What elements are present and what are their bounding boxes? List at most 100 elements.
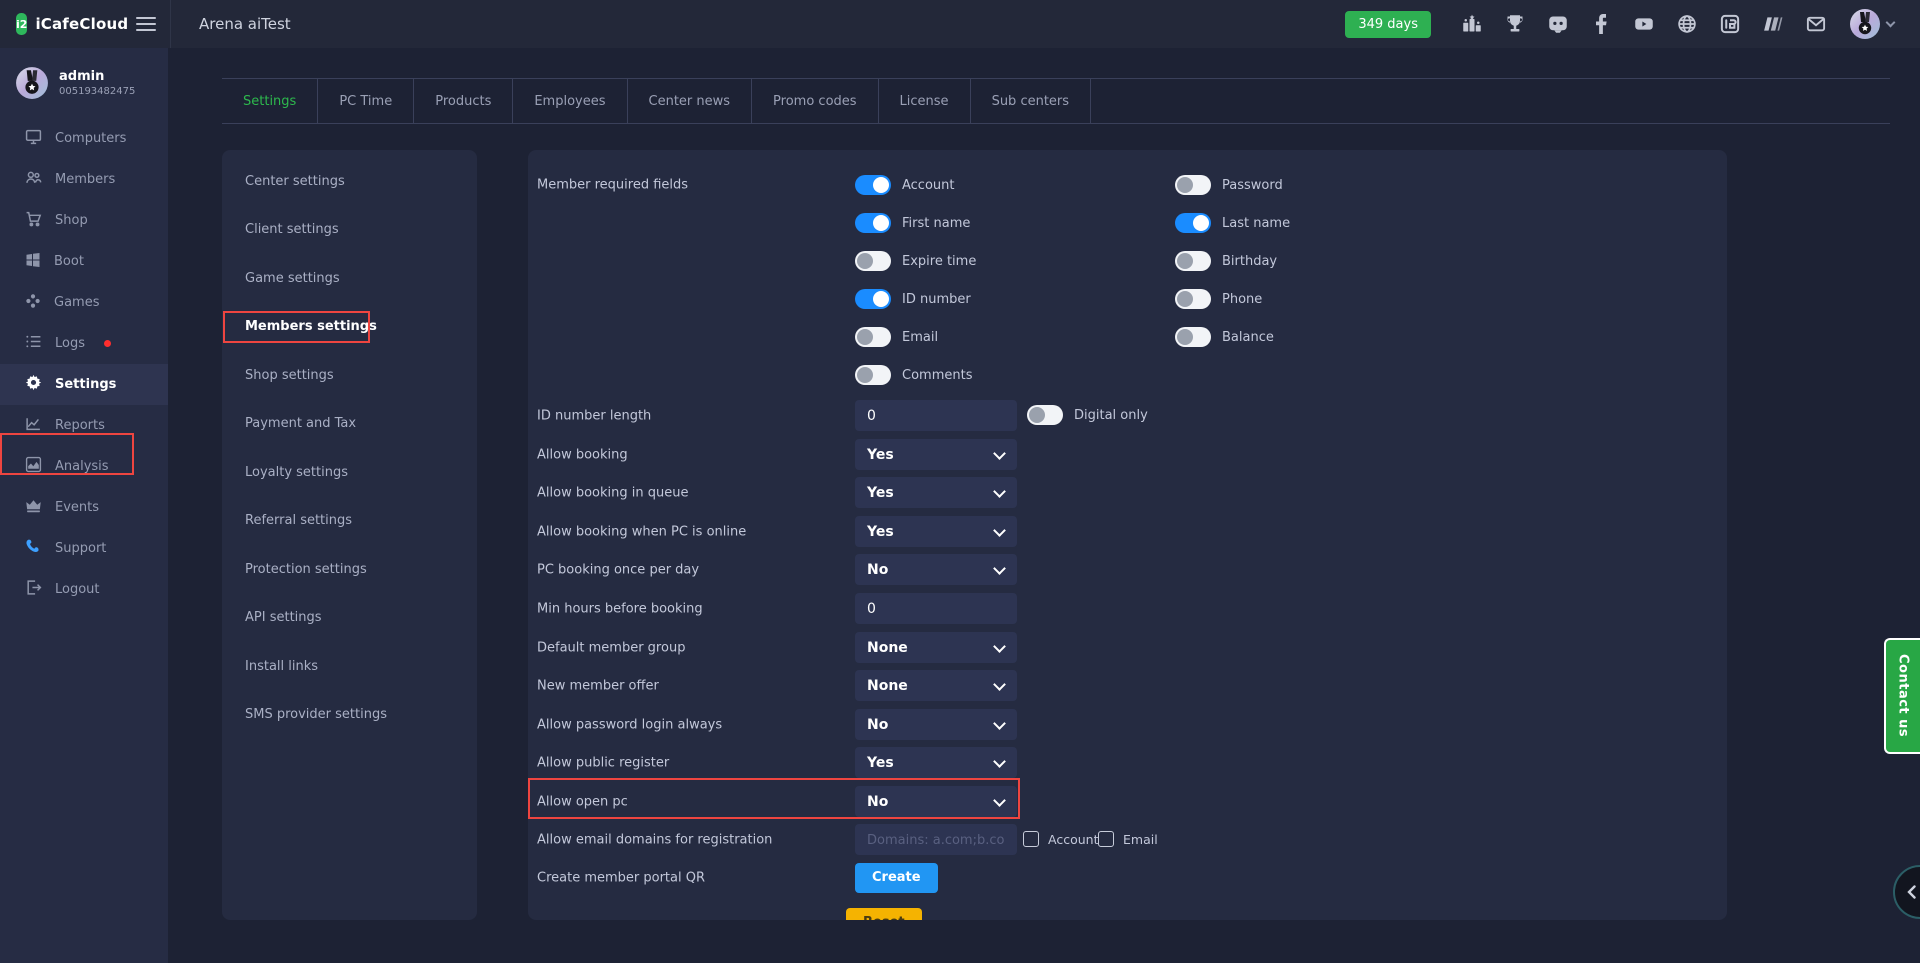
- toggle-account: Account: [855, 175, 955, 195]
- email-domains-input[interactable]: [855, 824, 1017, 855]
- settings-nav-install-links[interactable]: Install links: [222, 642, 477, 691]
- ranking-podium-icon[interactable]: [1462, 14, 1482, 34]
- center-name: Arena aiTest: [171, 15, 291, 33]
- youtube-icon[interactable]: [1634, 14, 1654, 34]
- expire-time-toggle[interactable]: [855, 251, 891, 271]
- toggle-comments: Comments: [855, 365, 972, 385]
- default-member-group-select[interactable]: None: [855, 632, 1017, 663]
- settings-nav-loyalty-settings[interactable]: Loyalty settings: [222, 448, 477, 497]
- tab-settings[interactable]: Settings: [222, 79, 318, 123]
- toggle-digital-only: Digital only: [1027, 405, 1148, 425]
- pc-booking-once-per-day-select[interactable]: No: [855, 554, 1017, 585]
- allow-open-pc-select[interactable]: No: [855, 786, 1017, 817]
- crown-icon: [25, 497, 42, 518]
- trophy-icon[interactable]: [1505, 14, 1525, 34]
- allow-public-register-select[interactable]: Yes: [855, 747, 1017, 778]
- sidebar: admin 005193482475 Computers Members Sho…: [0, 48, 168, 963]
- app-root: i2 iCafeCloud Arena aiTest 349 days: [0, 0, 1920, 963]
- id-number-length-input[interactable]: [855, 400, 1017, 431]
- sidebar-item-computers[interactable]: Computers: [0, 118, 168, 159]
- sidebar-item-logout[interactable]: Logout: [0, 569, 168, 610]
- comments-toggle[interactable]: [855, 365, 891, 385]
- toggle-last-name: Last name: [1175, 213, 1290, 233]
- settings-nav-members-settings[interactable]: Members settings: [222, 303, 477, 352]
- avatar: [1849, 8, 1881, 40]
- settings-nav-game-settings[interactable]: Game settings: [222, 254, 477, 303]
- tab-products[interactable]: Products: [414, 79, 513, 123]
- row-pc-booking-once-per-day: PC booking once per day No: [537, 554, 1718, 585]
- logs-red-dot: [104, 340, 111, 347]
- reset-button[interactable]: Reset: [846, 908, 922, 920]
- tab-employees[interactable]: Employees: [513, 79, 627, 123]
- sidebar-item-boot[interactable]: Boot: [0, 241, 168, 282]
- sidebar-item-logs[interactable]: Logs: [0, 323, 168, 364]
- toggle-expire-time: Expire time: [855, 251, 976, 271]
- settings-nav-referral-settings[interactable]: Referral settings: [222, 497, 477, 546]
- tab-pc-time[interactable]: PC Time: [318, 79, 414, 123]
- icafecloud-logo-icon: i2: [16, 13, 27, 35]
- password-toggle[interactable]: [1175, 175, 1211, 195]
- tab-sub-centers[interactable]: Sub centers: [971, 79, 1091, 123]
- facebook-icon[interactable]: [1591, 14, 1611, 34]
- area-chart-icon: [25, 456, 42, 477]
- row-id-number-length: ID number length Digital only: [537, 400, 1718, 431]
- hamburger-menu-icon[interactable]: [136, 17, 156, 31]
- tab-promo-codes[interactable]: Promo codes: [752, 79, 879, 123]
- row-allow-email-domains: Allow email domains for registration Acc…: [537, 824, 1718, 855]
- last-name-toggle[interactable]: [1175, 213, 1211, 233]
- icafecloud-app-icon[interactable]: [1720, 14, 1740, 34]
- windows-icon: [25, 252, 41, 272]
- topbar-actions: 349 days: [1345, 8, 1920, 40]
- cart-icon: [25, 210, 42, 231]
- settings-nav-protection-settings[interactable]: Protection settings: [222, 545, 477, 594]
- tab-license[interactable]: License: [879, 79, 971, 123]
- digital-only-toggle[interactable]: [1027, 405, 1063, 425]
- id-number-toggle[interactable]: [855, 289, 891, 309]
- tab-center-news[interactable]: Center news: [628, 79, 753, 123]
- row-allow-booking: Allow booking Yes: [537, 439, 1718, 470]
- user-menu[interactable]: [1849, 8, 1894, 40]
- sidebar-item-support[interactable]: Support: [0, 528, 168, 569]
- settings-nav-client-settings[interactable]: Client settings: [222, 206, 477, 255]
- sidebar-item-analysis[interactable]: Analysis: [0, 446, 168, 487]
- allow-booking-in-queue-select[interactable]: Yes: [855, 477, 1017, 508]
- sidebar-item-members[interactable]: Members: [0, 159, 168, 200]
- layers-icon[interactable]: [1763, 14, 1783, 34]
- allow-password-login-always-select[interactable]: No: [855, 709, 1017, 740]
- toggle-balance: Balance: [1175, 327, 1274, 347]
- globe-icon[interactable]: [1677, 14, 1697, 34]
- sidebar-item-shop[interactable]: Shop: [0, 200, 168, 241]
- mail-icon[interactable]: [1806, 14, 1826, 34]
- sidebar-item-events[interactable]: Events: [0, 487, 168, 528]
- balance-toggle[interactable]: [1175, 327, 1211, 347]
- settings-nav-payment-and-tax[interactable]: Payment and Tax: [222, 400, 477, 449]
- phone-icon: [25, 538, 42, 559]
- sidebar-item-games[interactable]: Games: [0, 282, 168, 323]
- settings-nav-sms-provider-settings[interactable]: SMS provider settings: [222, 691, 477, 740]
- settings-nav-shop-settings[interactable]: Shop settings: [222, 351, 477, 400]
- phone-toggle[interactable]: [1175, 289, 1211, 309]
- topbar: i2 iCafeCloud Arena aiTest 349 days: [0, 0, 1920, 48]
- allow-booking-when-pc-online-select[interactable]: Yes: [855, 516, 1017, 547]
- contact-us-tab[interactable]: Contact us: [1884, 638, 1920, 754]
- email-toggle[interactable]: [855, 327, 891, 347]
- row-allow-password-login-always: Allow password login always No: [537, 709, 1718, 740]
- first-name-toggle[interactable]: [855, 213, 891, 233]
- sidebar-item-settings[interactable]: Settings: [0, 364, 168, 405]
- discord-icon[interactable]: [1548, 14, 1568, 34]
- license-days-badge[interactable]: 349 days: [1345, 11, 1431, 38]
- new-member-offer-select[interactable]: None: [855, 670, 1017, 701]
- member-required-fields-label: Member required fields: [537, 178, 688, 193]
- settings-nav-api-settings[interactable]: API settings: [222, 594, 477, 643]
- min-hours-before-booking-input[interactable]: [855, 593, 1017, 624]
- account-checkbox[interactable]: [1023, 831, 1039, 847]
- row-allow-booking-in-queue: Allow booking in queue Yes: [537, 477, 1718, 508]
- sidebar-item-reports[interactable]: Reports: [0, 405, 168, 446]
- birthday-toggle[interactable]: [1175, 251, 1211, 271]
- allow-booking-select[interactable]: Yes: [855, 439, 1017, 470]
- account-toggle[interactable]: [855, 175, 891, 195]
- create-button[interactable]: Create: [855, 863, 938, 893]
- logo[interactable]: i2 iCafeCloud: [0, 13, 120, 35]
- email-checkbox[interactable]: [1098, 831, 1114, 847]
- settings-nav-center-settings[interactable]: Center settings: [222, 157, 477, 206]
